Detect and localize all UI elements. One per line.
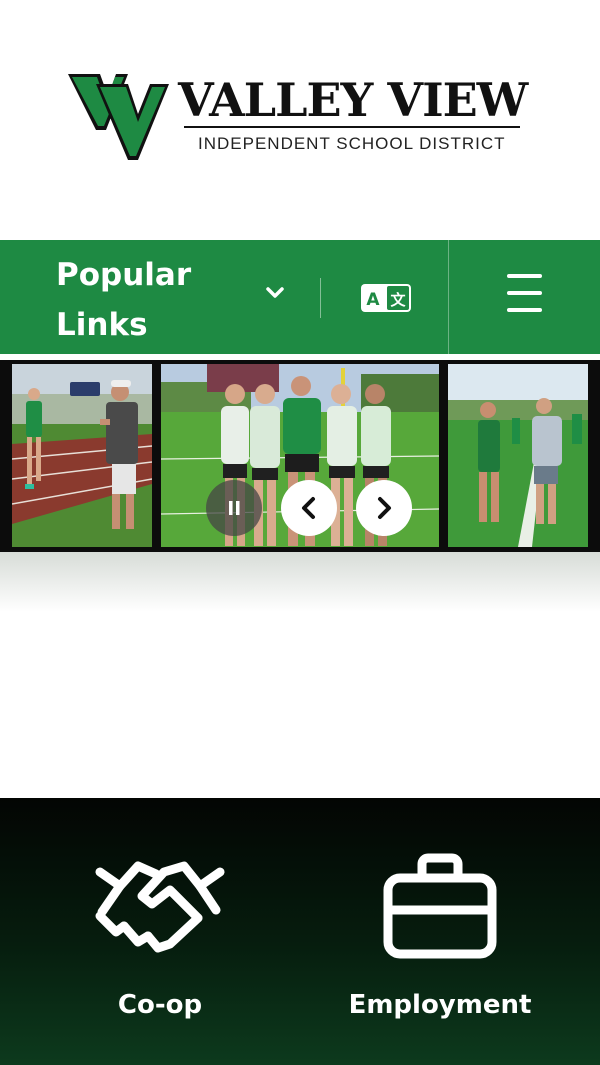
district-subtitle: INDEPENDENT SCHOOL DISTRICT [198,134,506,153]
hamburger-bar [507,308,542,312]
translate-icon: A 文 [361,284,411,312]
slide-field-players[interactable] [448,364,588,547]
vv-logo-mark-icon [68,74,169,160]
popular-links-label: Popular Links [56,257,192,343]
top-navigation-bar: Popular Links A 文 [0,240,600,354]
handshake-icon [95,861,225,953]
briefcase-icon [383,853,497,959]
hamburger-menu-button[interactable] [449,240,600,354]
translate-button[interactable]: A 文 [340,264,432,330]
hamburger-menu-icon [507,274,542,278]
quick-link-coop[interactable]: Co-op [40,798,280,1065]
quick-link-label: Employment [348,990,532,1020]
pause-icon [229,501,240,515]
svg-text:文: 文 [390,291,406,309]
quick-links-section: Co-op Employment [0,798,600,1065]
hamburger-bar [507,291,542,295]
slide-image [448,364,588,547]
quick-link-employment[interactable]: Employment [320,798,560,1065]
quick-link-label: Co-op [117,990,203,1020]
chevron-right-icon [378,497,391,519]
carousel-pause-button[interactable] [206,480,262,536]
district-logo[interactable]: VALLEY VIEW INDEPENDENT SCHOOL DISTRICT [66,70,536,165]
district-name: VALLEY VIEW [178,73,528,127]
svg-text:A: A [366,290,380,310]
chevron-down-icon [266,287,284,298]
nav-divider [320,278,321,318]
chevron-left-icon [302,497,315,519]
carousel-next-button[interactable] [356,480,412,536]
slide-image [12,364,152,547]
logo-rule [184,126,520,128]
popular-links-dropdown[interactable]: Popular Links [0,240,320,354]
carousel-prev-button[interactable] [281,480,337,536]
site-header: VALLEY VIEW INDEPENDENT SCHOOL DISTRICT [0,0,600,240]
photo-carousel[interactable] [0,360,600,552]
slide-track-runner-coach[interactable] [12,364,152,547]
carousel-shadow [0,552,600,612]
